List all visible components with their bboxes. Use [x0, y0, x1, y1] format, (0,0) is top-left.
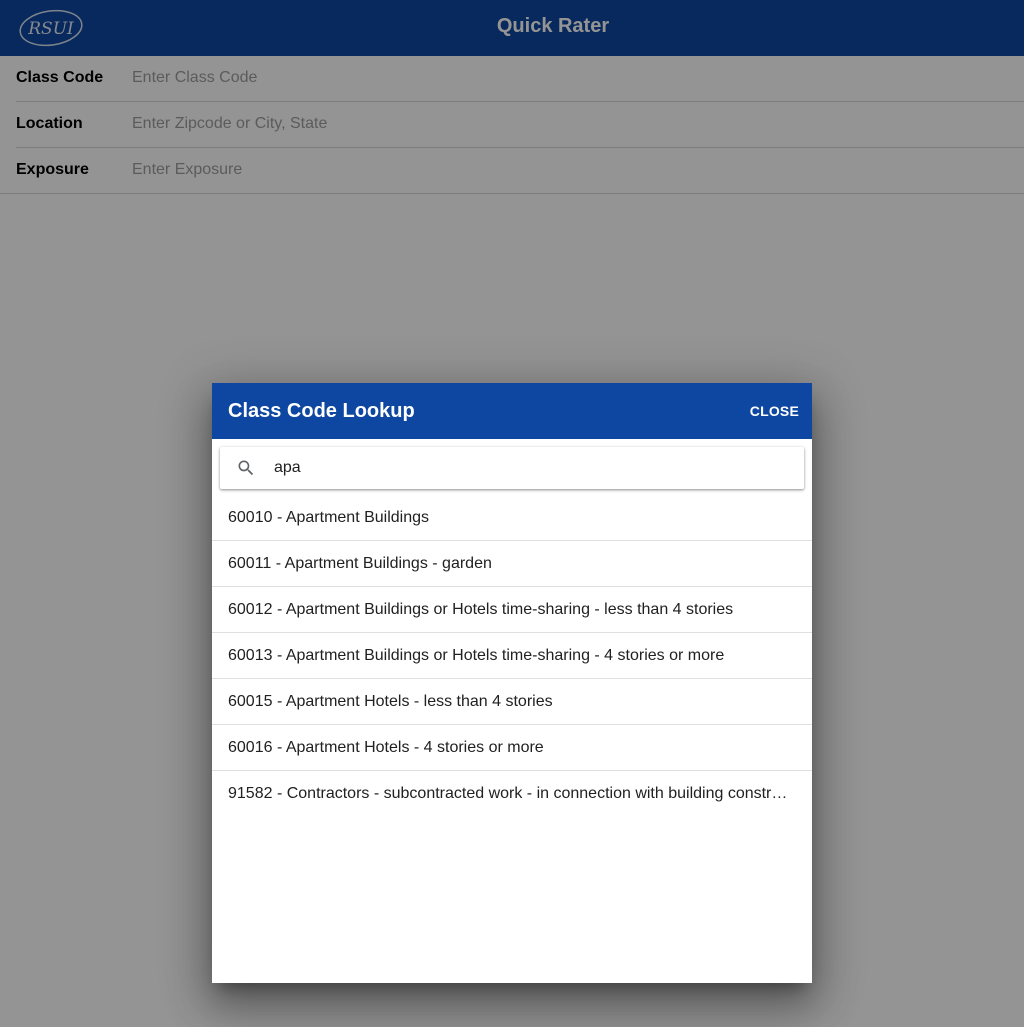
- dialog-toolbar: Class Code Lookup CLOSE: [212, 383, 812, 439]
- result-item[interactable]: 91582 - Contractors - subcontracted work…: [212, 771, 812, 817]
- close-button[interactable]: CLOSE: [741, 393, 808, 429]
- result-item[interactable]: 60016 - Apartment Hotels - 4 stories or …: [212, 725, 812, 771]
- result-item[interactable]: 60015 - Apartment Hotels - less than 4 s…: [212, 679, 812, 725]
- search-input[interactable]: [270, 453, 798, 483]
- search-box: [220, 447, 804, 489]
- dialog-title: Class Code Lookup: [228, 400, 415, 422]
- search-icon: [238, 460, 254, 476]
- result-item[interactable]: 60011 - Apartment Buildings - garden: [212, 541, 812, 587]
- result-item[interactable]: 60012 - Apartment Buildings or Hotels ti…: [212, 587, 812, 633]
- results-list: 60010 - Apartment Buildings 60011 - Apar…: [212, 495, 812, 817]
- result-item[interactable]: 60010 - Apartment Buildings: [212, 495, 812, 541]
- result-item[interactable]: 60013 - Apartment Buildings or Hotels ti…: [212, 633, 812, 679]
- class-code-lookup-dialog: Class Code Lookup CLOSE 60010 - Apartmen…: [212, 383, 812, 983]
